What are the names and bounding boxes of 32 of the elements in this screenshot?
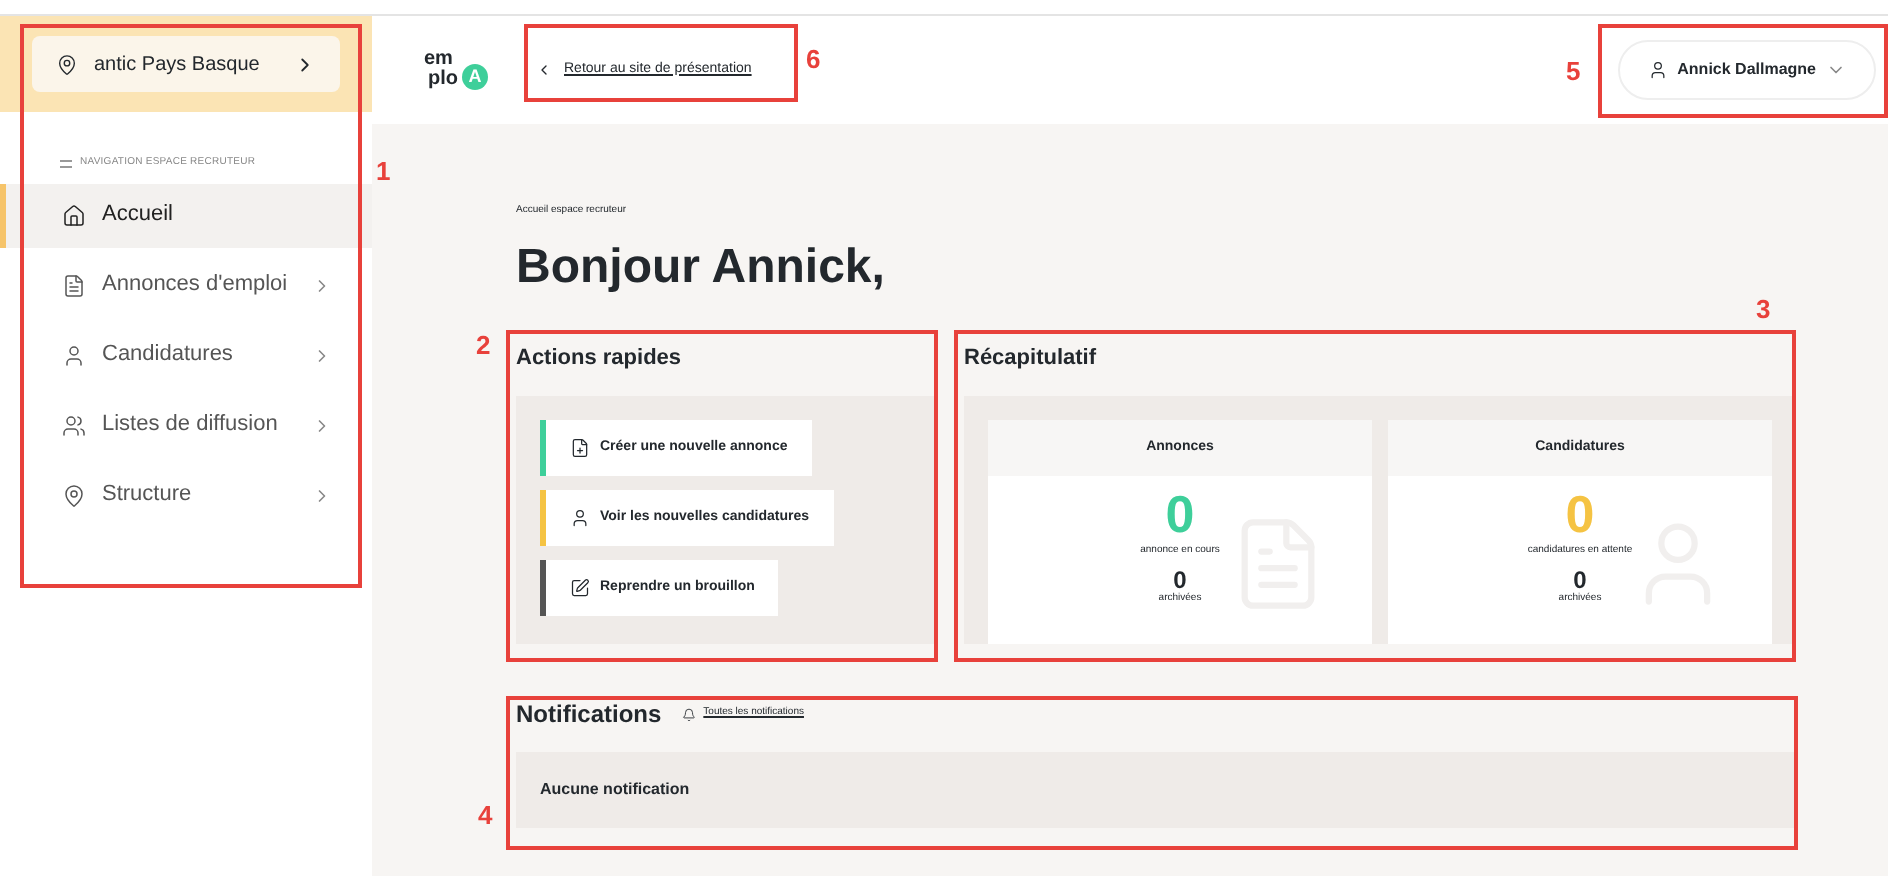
new-document-icon: [570, 438, 590, 458]
annotation-number: 6: [806, 42, 821, 78]
person-icon: [62, 343, 86, 367]
pencil-square-icon: [570, 578, 590, 598]
annotation-number: 4: [478, 798, 493, 834]
document-icon: [62, 273, 86, 297]
person-icon: [1647, 60, 1668, 80]
chevron-left-icon: [536, 62, 552, 78]
section-title: Notifications: [516, 698, 662, 732]
archived-count: 0: [1173, 567, 1187, 591]
count: 0: [1165, 488, 1195, 540]
section-title: Actions rapides: [516, 343, 684, 373]
section-title: Récapitulatif: [964, 343, 1099, 373]
user-menu-button[interactable]: Annick Dallmagne: [1617, 40, 1876, 100]
person-icon: [570, 508, 590, 528]
location-pin-icon: [56, 53, 78, 75]
logo[interactable]: em plo A: [408, 40, 488, 100]
sidebar-item[interactable]: Accueil: [0, 183, 372, 247]
people-icon: [62, 413, 86, 437]
menu-icon: [60, 159, 72, 168]
location-pin-icon: [62, 483, 86, 507]
home-icon: [62, 203, 86, 227]
location-selector[interactable]: antic Pays Basque: [32, 36, 340, 92]
empty-message: Aucune notification: [540, 778, 690, 802]
page-title: Bonjour Annick,: [516, 237, 887, 297]
annotation-number: 3: [1756, 292, 1771, 328]
bell-icon: [681, 707, 696, 721]
annotation-number: 5: [1566, 54, 1581, 90]
annotation-number: 2: [476, 328, 491, 364]
archived-count: 0: [1573, 567, 1587, 591]
annotation-number: 1: [376, 154, 391, 190]
count: 0: [1565, 488, 1595, 540]
